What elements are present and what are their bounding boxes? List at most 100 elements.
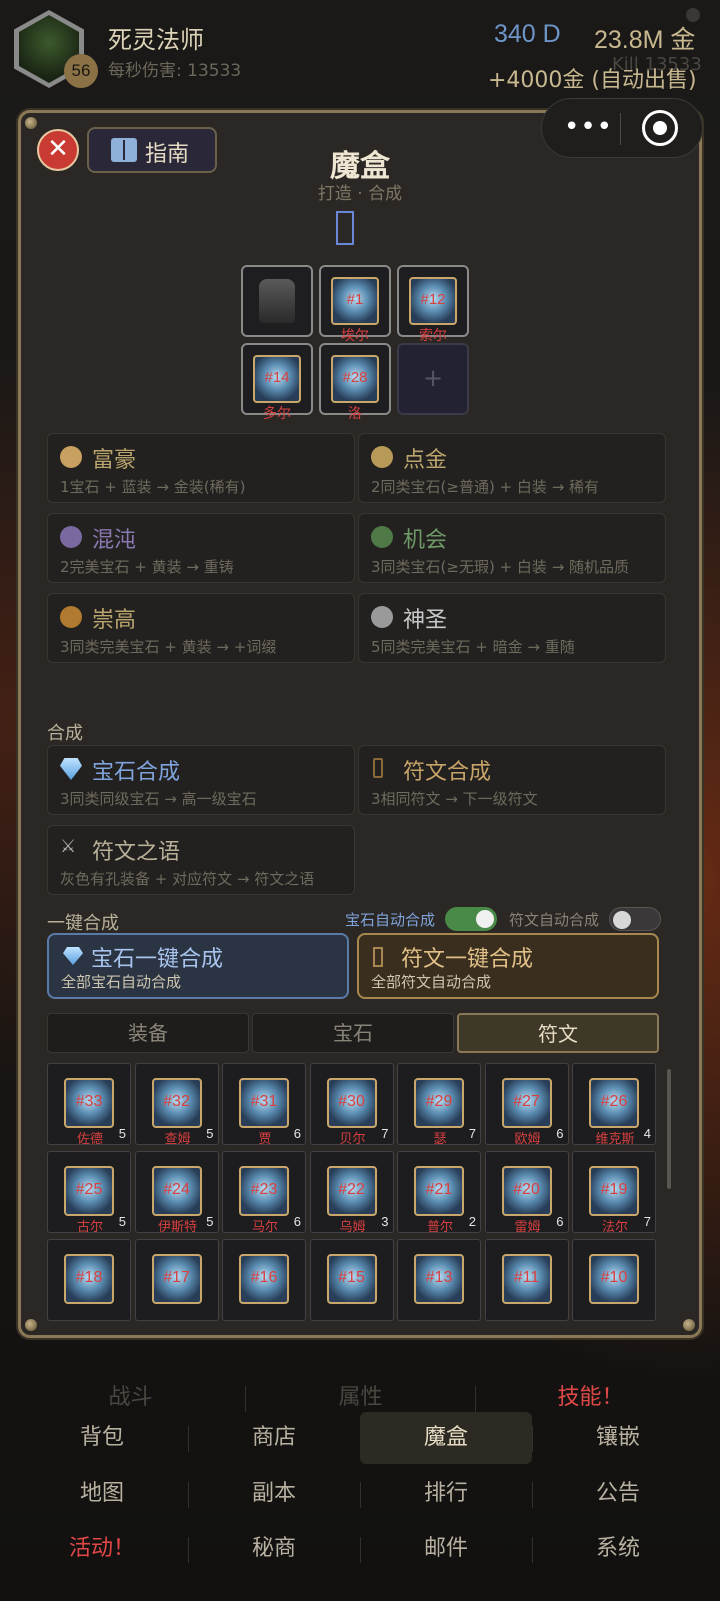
nav-system[interactable]: 系统 <box>532 1523 704 1575</box>
rune-inventory-item[interactable]: #24 伊斯特 5 <box>134 1151 219 1235</box>
add-icon: + <box>422 364 444 392</box>
recipe-desc: 5同类完美宝石 + 暗金 → 重随 <box>371 638 575 656</box>
rune-icon: #20 <box>501 1166 552 1216</box>
rune-number: #17 <box>163 1269 190 1286</box>
rune-icon: #12 <box>409 277 457 325</box>
rune-inventory-item[interactable]: #11 <box>484 1239 569 1321</box>
rune-number: #32 <box>163 1093 190 1110</box>
cube-slot-empty[interactable]: + <box>397 343 469 415</box>
rune-inventory-item[interactable]: #31 贾 6 <box>222 1063 306 1147</box>
nav-shop[interactable]: 商店 <box>188 1412 360 1464</box>
nav-cube[interactable]: 魔盒 <box>360 1412 532 1464</box>
nav-row-2: 地图 副本 排行 公告 <box>16 1468 704 1520</box>
close-miniprogram-icon[interactable] <box>642 110 678 146</box>
rune-inventory-item[interactable]: #33 佐德 5 <box>47 1063 131 1147</box>
recipe-desc: 2同类宝石(≥普通) + 白装 → 稀有 <box>371 478 600 496</box>
rune-inventory-item[interactable]: #10 <box>572 1239 656 1321</box>
nav-socket[interactable]: 镶嵌 <box>532 1412 704 1464</box>
nav-events[interactable]: 活动！ <box>16 1523 188 1575</box>
recipe-card-shensheng[interactable]: 神圣 5同类完美宝石 + 暗金 → 重随 <box>358 593 666 663</box>
recipe-card-fuhao[interactable]: 富豪 1宝石 + 蓝装 → 金装(稀有) <box>47 433 355 503</box>
rune-inventory-item[interactable]: #26 维克斯 4 <box>572 1063 656 1147</box>
cube-panel: ✕ 指南 魔盒 打造 · 合成 #1 埃尔 #12 索尔 #14 多尔 #28 … <box>18 110 702 1338</box>
rune-auto-toggle[interactable] <box>609 907 661 931</box>
cube-slot[interactable]: #28 洛 <box>319 343 391 422</box>
cube-slot[interactable]: #1 埃尔 <box>319 265 391 344</box>
rune-inventory-item[interactable]: #13 <box>397 1239 481 1321</box>
rune-icon: #31 <box>239 1078 289 1128</box>
recipe-card-dianjin[interactable]: 点金 2同类宝石(≥普通) + 白装 → 稀有 <box>358 433 666 503</box>
inventory-scrollbar[interactable] <box>667 1069 671 1189</box>
rune-icon: #13 <box>414 1254 464 1304</box>
rune-synthesis-card[interactable]: 符文合成 3相同符文 → 下一级符文 <box>358 745 666 815</box>
rune-inventory-item[interactable]: #20 雷姆 6 <box>484 1151 569 1235</box>
level-badge: 56 <box>64 54 98 88</box>
rune-inventory-item[interactable]: #27 欧姆 6 <box>484 1063 569 1147</box>
character-header: 56 死灵法师 每秒伤害: 13533 340 D 23.8M 金 Kill 1… <box>0 0 720 96</box>
rune-inventory-item[interactable]: #19 法尔 7 <box>572 1151 656 1235</box>
synthesis-title: 宝石合成 <box>92 760 181 785</box>
rune-oneclick-button[interactable]: 符文一键合成 全部符文自动合成 <box>357 933 659 999</box>
cube-slot-armor[interactable] <box>241 265 313 337</box>
gem-auto-label: 宝石自动合成 <box>345 911 436 929</box>
rivet <box>25 117 37 129</box>
recipe-desc: 2完美宝石 + 黄装 → 重铸 <box>60 558 234 576</box>
rivet <box>25 1319 37 1331</box>
recipe-title: 机会 <box>403 528 448 553</box>
nav-mail[interactable]: 邮件 <box>360 1523 532 1575</box>
recipe-desc: 3同类宝石(≥无瑕) + 白装 → 随机品质 <box>371 558 630 576</box>
recipe-card-jihui[interactable]: 机会 3同类宝石(≥无瑕) + 白装 → 随机品质 <box>358 513 666 583</box>
rune-auto-label: 符文自动合成 <box>509 911 600 929</box>
rune-inventory-item[interactable]: #15 <box>309 1239 394 1321</box>
rune-quantity: 7 <box>468 1126 476 1141</box>
rune-inventory-item[interactable]: #30 贝尔 7 <box>309 1063 394 1147</box>
rune-inventory-item[interactable]: #17 <box>134 1239 219 1321</box>
rune-number: #26 <box>600 1093 628 1110</box>
rune-icon: #18 <box>64 1254 114 1304</box>
synthesis-title: 符文合成 <box>403 760 492 785</box>
recipe-card-hundun[interactable]: 混沌 2完美宝石 + 黄装 → 重铸 <box>47 513 355 583</box>
tab-equipment[interactable]: 装备 <box>47 1013 249 1053</box>
nav-dungeon[interactable]: 副本 <box>188 1468 360 1520</box>
rune-icon: #24 <box>151 1166 202 1216</box>
cube-slot[interactable]: #12 索尔 <box>397 265 469 344</box>
capsule-divider <box>620 113 621 145</box>
rune-quantity: 5 <box>206 1214 214 1229</box>
runeword-card[interactable]: ⚔ 符文之语 灰色有孔装备 + 对应符文 → 符文之语 <box>47 825 355 895</box>
gold-count: 23.8M 金 <box>594 26 696 54</box>
rune-inventory-item[interactable]: #23 马尔 6 <box>222 1151 306 1235</box>
rune-quantity: 6 <box>556 1214 564 1229</box>
rune-quantity: 5 <box>206 1126 214 1141</box>
rune-inventory-item[interactable]: #29 瑟 7 <box>397 1063 481 1147</box>
rune-number: #24 <box>163 1181 190 1198</box>
button-desc: 全部符文自动合成 <box>371 973 492 991</box>
rune-inventory-item[interactable]: #25 古尔 5 <box>47 1151 131 1235</box>
nav-announcement[interactable]: 公告 <box>532 1468 704 1520</box>
tab-gems[interactable]: 宝石 <box>252 1013 454 1053</box>
recipe-card-chonggao[interactable]: 崇高 3同类完美宝石 + 黄装 → +词缀 <box>47 593 355 663</box>
rune-inventory-item[interactable]: #32 查姆 5 <box>134 1063 219 1147</box>
gem-auto-toggle[interactable] <box>445 907 497 931</box>
nav-bag[interactable]: 背包 <box>16 1412 188 1464</box>
rune-number: #23 <box>250 1181 278 1198</box>
nav-map[interactable]: 地图 <box>16 1468 188 1520</box>
gem-synthesis-card[interactable]: 宝石合成 3同类同级宝石 → 高一级宝石 <box>47 745 355 815</box>
rune-inventory-item[interactable]: #22 乌姆 3 <box>309 1151 394 1235</box>
rune-icon: #30 <box>326 1078 377 1128</box>
more-icon[interactable]: ••• <box>564 112 613 142</box>
gem-oneclick-button[interactable]: 宝石一键合成 全部宝石自动合成 <box>47 933 349 999</box>
rune-inventory-item[interactable]: #21 普尔 2 <box>397 1151 481 1235</box>
rune-icon: #11 <box>501 1254 552 1304</box>
rune-number: #15 <box>338 1269 365 1286</box>
rune-inventory-item[interactable]: #16 <box>222 1239 306 1321</box>
gold-orb-icon <box>371 446 393 468</box>
nav-merchant[interactable]: 秘商 <box>188 1523 360 1575</box>
rune-icon: #22 <box>326 1166 377 1216</box>
tab-runes[interactable]: 符文 <box>457 1013 659 1053</box>
cube-slot[interactable]: #14 多尔 <box>241 343 313 422</box>
rivet <box>683 1319 695 1331</box>
synthesis-desc: 灰色有孔装备 + 对应符文 → 符文之语 <box>60 870 315 888</box>
nav-ranking[interactable]: 排行 <box>360 1468 532 1520</box>
gem-icon <box>63 947 83 965</box>
rune-inventory-item[interactable]: #18 <box>47 1239 131 1321</box>
